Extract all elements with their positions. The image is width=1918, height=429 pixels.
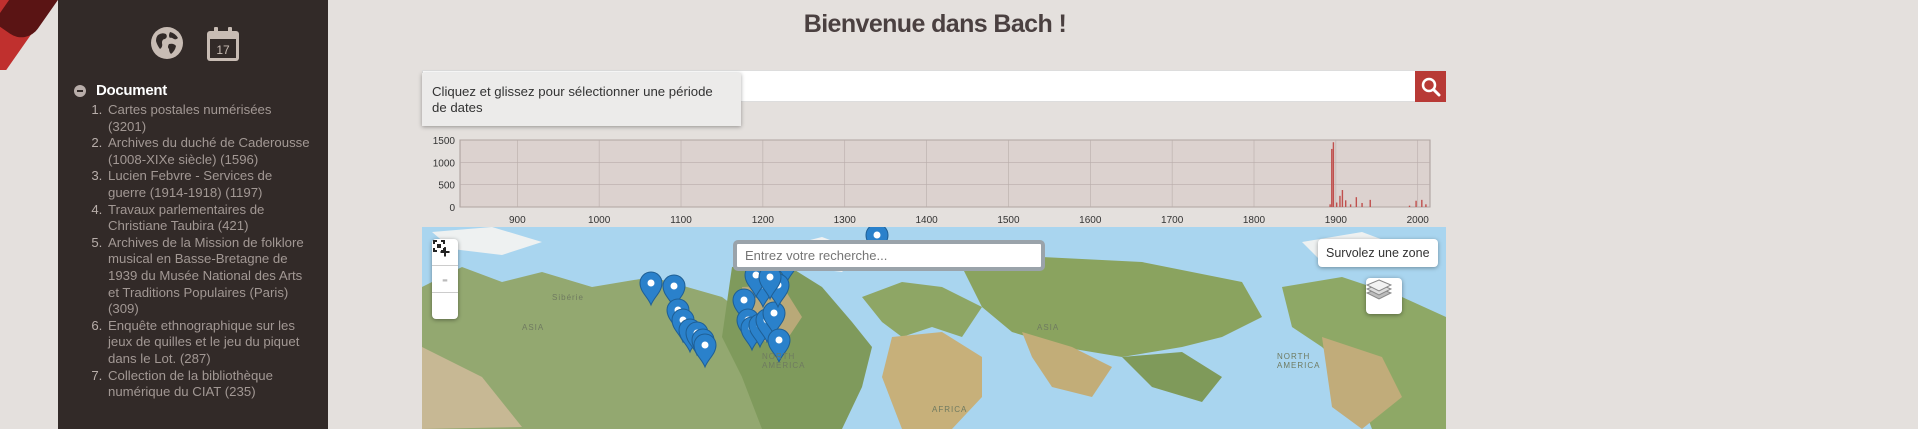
layers-icon: [1366, 279, 1392, 300]
section-title: Document: [96, 82, 167, 99]
x-tick-label: 900: [509, 215, 526, 226]
y-tick-label: 1500: [433, 136, 456, 147]
bar: [1355, 197, 1358, 207]
y-tick-label: 1000: [433, 158, 456, 169]
x-tick-label: 1200: [752, 215, 775, 226]
map[interactable]: Sibérie ASIA ASIA NORTH AMERICA NORTH AM…: [422, 227, 1446, 429]
bar: [1415, 200, 1417, 207]
map-search-input[interactable]: [733, 240, 1045, 271]
bar: [1361, 202, 1363, 207]
x-tick-label: 1300: [834, 215, 857, 226]
bar: [1349, 204, 1352, 207]
map-marker-dot: [873, 231, 881, 239]
map-marker-dot: [752, 271, 760, 279]
document-list: Cartes postales numérisées (3201) Archiv…: [58, 102, 311, 401]
map-label: NORTH AMERICA: [762, 352, 806, 370]
document-section-header[interactable]: Document: [74, 82, 167, 99]
x-tick-label: 1800: [1243, 215, 1266, 226]
bar: [1329, 204, 1331, 207]
x-tick-label: 1600: [1079, 215, 1102, 226]
fullscreen-icon: [433, 240, 445, 252]
map-label: NORTH AMERICA: [1277, 352, 1321, 370]
bar: [1425, 204, 1427, 207]
x-tick-label: 1500: [997, 215, 1020, 226]
x-tick-label: 1900: [1325, 215, 1348, 226]
y-tick-label: 500: [438, 181, 455, 192]
bar: [1408, 205, 1411, 207]
x-tick-label: 1400: [915, 215, 938, 226]
fullscreen-button[interactable]: [432, 240, 458, 319]
corner-ribbon: [0, 0, 58, 70]
map-marker-dot: [701, 341, 709, 349]
zoom-out-button[interactable]: -: [432, 266, 458, 293]
map-marker-dot: [647, 279, 655, 287]
date-range-tooltip: Cliquez et glissez pour sélectionner une…: [422, 73, 741, 126]
list-item[interactable]: Lucien Febvre - Services de guerre (1914…: [106, 168, 311, 201]
page-title: Bienvenue dans Bach !: [803, 10, 1067, 38]
hover-info: Survolez une zone: [1318, 239, 1438, 267]
zoom-control: + -: [432, 239, 458, 319]
x-tick-label: 1700: [1161, 215, 1184, 226]
map-label: Sibérie: [552, 293, 584, 302]
map-label: AFRICA: [932, 405, 968, 414]
list-item[interactable]: Enquête ethnographique sur les jeux de q…: [106, 318, 311, 368]
map-label: ASIA: [1037, 323, 1060, 332]
bar: [1339, 195, 1341, 207]
map-marker-dot: [766, 273, 774, 281]
sidebar: 17 Document Cartes postales numérisées (…: [58, 0, 328, 429]
bar: [1341, 190, 1344, 207]
y-tick-label: 0: [449, 203, 455, 214]
calendar-day: 17: [216, 43, 230, 57]
list-item[interactable]: Travaux parlementaires de Christiane Tau…: [106, 202, 311, 235]
bar: [1332, 142, 1335, 207]
list-item[interactable]: Cartes postales numérisées (3201): [106, 102, 311, 135]
map-label: ASIA: [522, 323, 545, 332]
map-marker-dot: [770, 309, 778, 317]
sidebar-icons: 17: [150, 26, 240, 62]
x-tick-label: 2000: [1407, 215, 1430, 226]
timeline-chart[interactable]: 0 500 1000 1500 900 1000 1100 1200 1300 1400 1500 1…: [410, 130, 1450, 226]
bar: [1421, 199, 1423, 207]
list-item[interactable]: Archives de la Mission de folklore music…: [106, 235, 311, 318]
timeline-svg: 0 500 1000 1500 900 1000 1100 1200 1300 1400 1500 1…: [433, 136, 1431, 226]
map-marker-dot: [740, 296, 748, 304]
x-tick-label: 1000: [588, 215, 611, 226]
bar: [1344, 200, 1347, 207]
bar: [1335, 202, 1338, 207]
search-icon: [1421, 77, 1440, 96]
globe-icon[interactable]: [150, 26, 184, 60]
x-tick-label: 1100: [670, 215, 692, 226]
map-marker-dot: [775, 336, 783, 344]
calendar-icon[interactable]: 17: [206, 26, 240, 62]
plot-area: [459, 139, 1431, 208]
list-item[interactable]: Archives du duché de Caderousse (1008-XI…: [106, 135, 311, 168]
bar: [1331, 148, 1333, 207]
collapse-icon[interactable]: [74, 84, 86, 97]
map-marker-dot: [670, 282, 678, 290]
bar: [1369, 199, 1371, 207]
list-item[interactable]: Collection de la bibliothèque numérique …: [106, 368, 311, 401]
search-button[interactable]: [1415, 71, 1446, 102]
layers-button[interactable]: [1366, 278, 1402, 314]
